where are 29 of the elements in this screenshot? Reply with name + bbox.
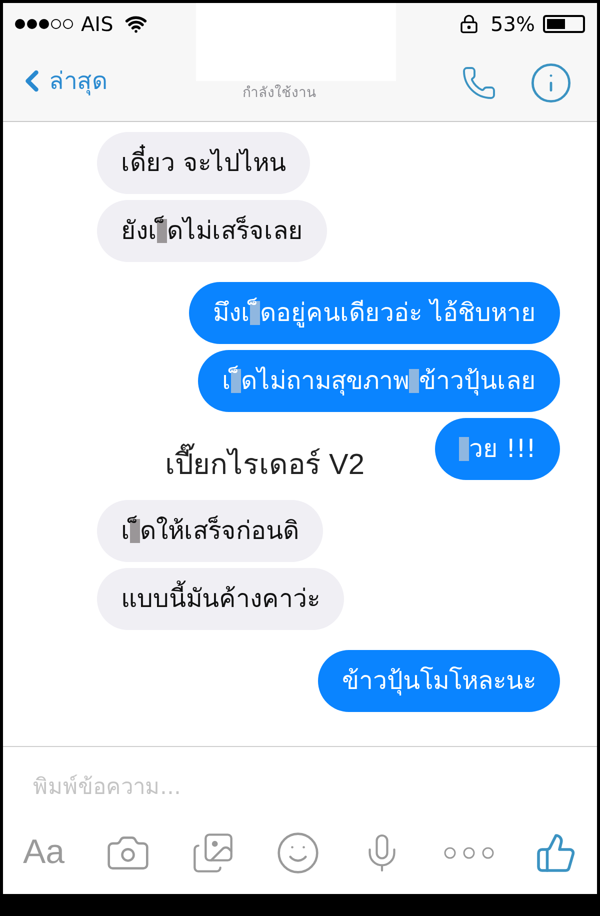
message-bubble: วย !!! xyxy=(434,418,560,480)
like-icon[interactable] xyxy=(534,832,577,874)
censor-block xyxy=(458,437,469,461)
message-bubble: ข้าวปุ้นโมโหละนะ xyxy=(318,650,560,712)
more-icon[interactable] xyxy=(442,846,495,860)
battery-percentage: 53% xyxy=(490,11,535,38)
message-composer[interactable]: พิมพ์ข้อความ... Aa xyxy=(3,746,597,894)
overlay-caption: เปี๊ยกไรเดอร์ V2 xyxy=(165,444,365,488)
message-bubble: เ ็ดให้เสร็จก่อนดิ xyxy=(97,500,323,562)
carrier-name: AIS xyxy=(81,11,114,38)
censor-block xyxy=(409,369,419,393)
message-bubble: มึงเ ็ดอยู่คนเดียวอ่ะ ไอ้ชิบหาย xyxy=(189,282,560,344)
info-icon[interactable] xyxy=(529,61,573,105)
message-bubble: เ ็ดไม่ถามสุขภาพ ข้าวปุ้นเลย xyxy=(198,350,560,412)
message-bubble: ยังเ ็ดไม่เสร็จเลย xyxy=(97,200,327,262)
call-icon[interactable] xyxy=(461,65,497,101)
active-status: กำลังใช้งาน xyxy=(242,84,316,102)
battery-icon xyxy=(543,15,585,33)
censor-block xyxy=(231,369,241,393)
emoji-icon[interactable] xyxy=(274,830,321,876)
censor-block xyxy=(250,301,260,325)
gallery-icon[interactable] xyxy=(190,830,235,874)
message-bubble: แบบนี้มันค้างคาว่ะ xyxy=(97,568,344,630)
signal-icon xyxy=(15,19,73,29)
back-button[interactable]: ล่าสุด xyxy=(15,61,108,101)
wifi-icon xyxy=(125,13,148,35)
rotation-lock-icon xyxy=(458,14,479,34)
message-bubble: เดี๋ยว จะไปไหน xyxy=(97,132,310,194)
font-button[interactable]: Aa xyxy=(23,827,65,878)
